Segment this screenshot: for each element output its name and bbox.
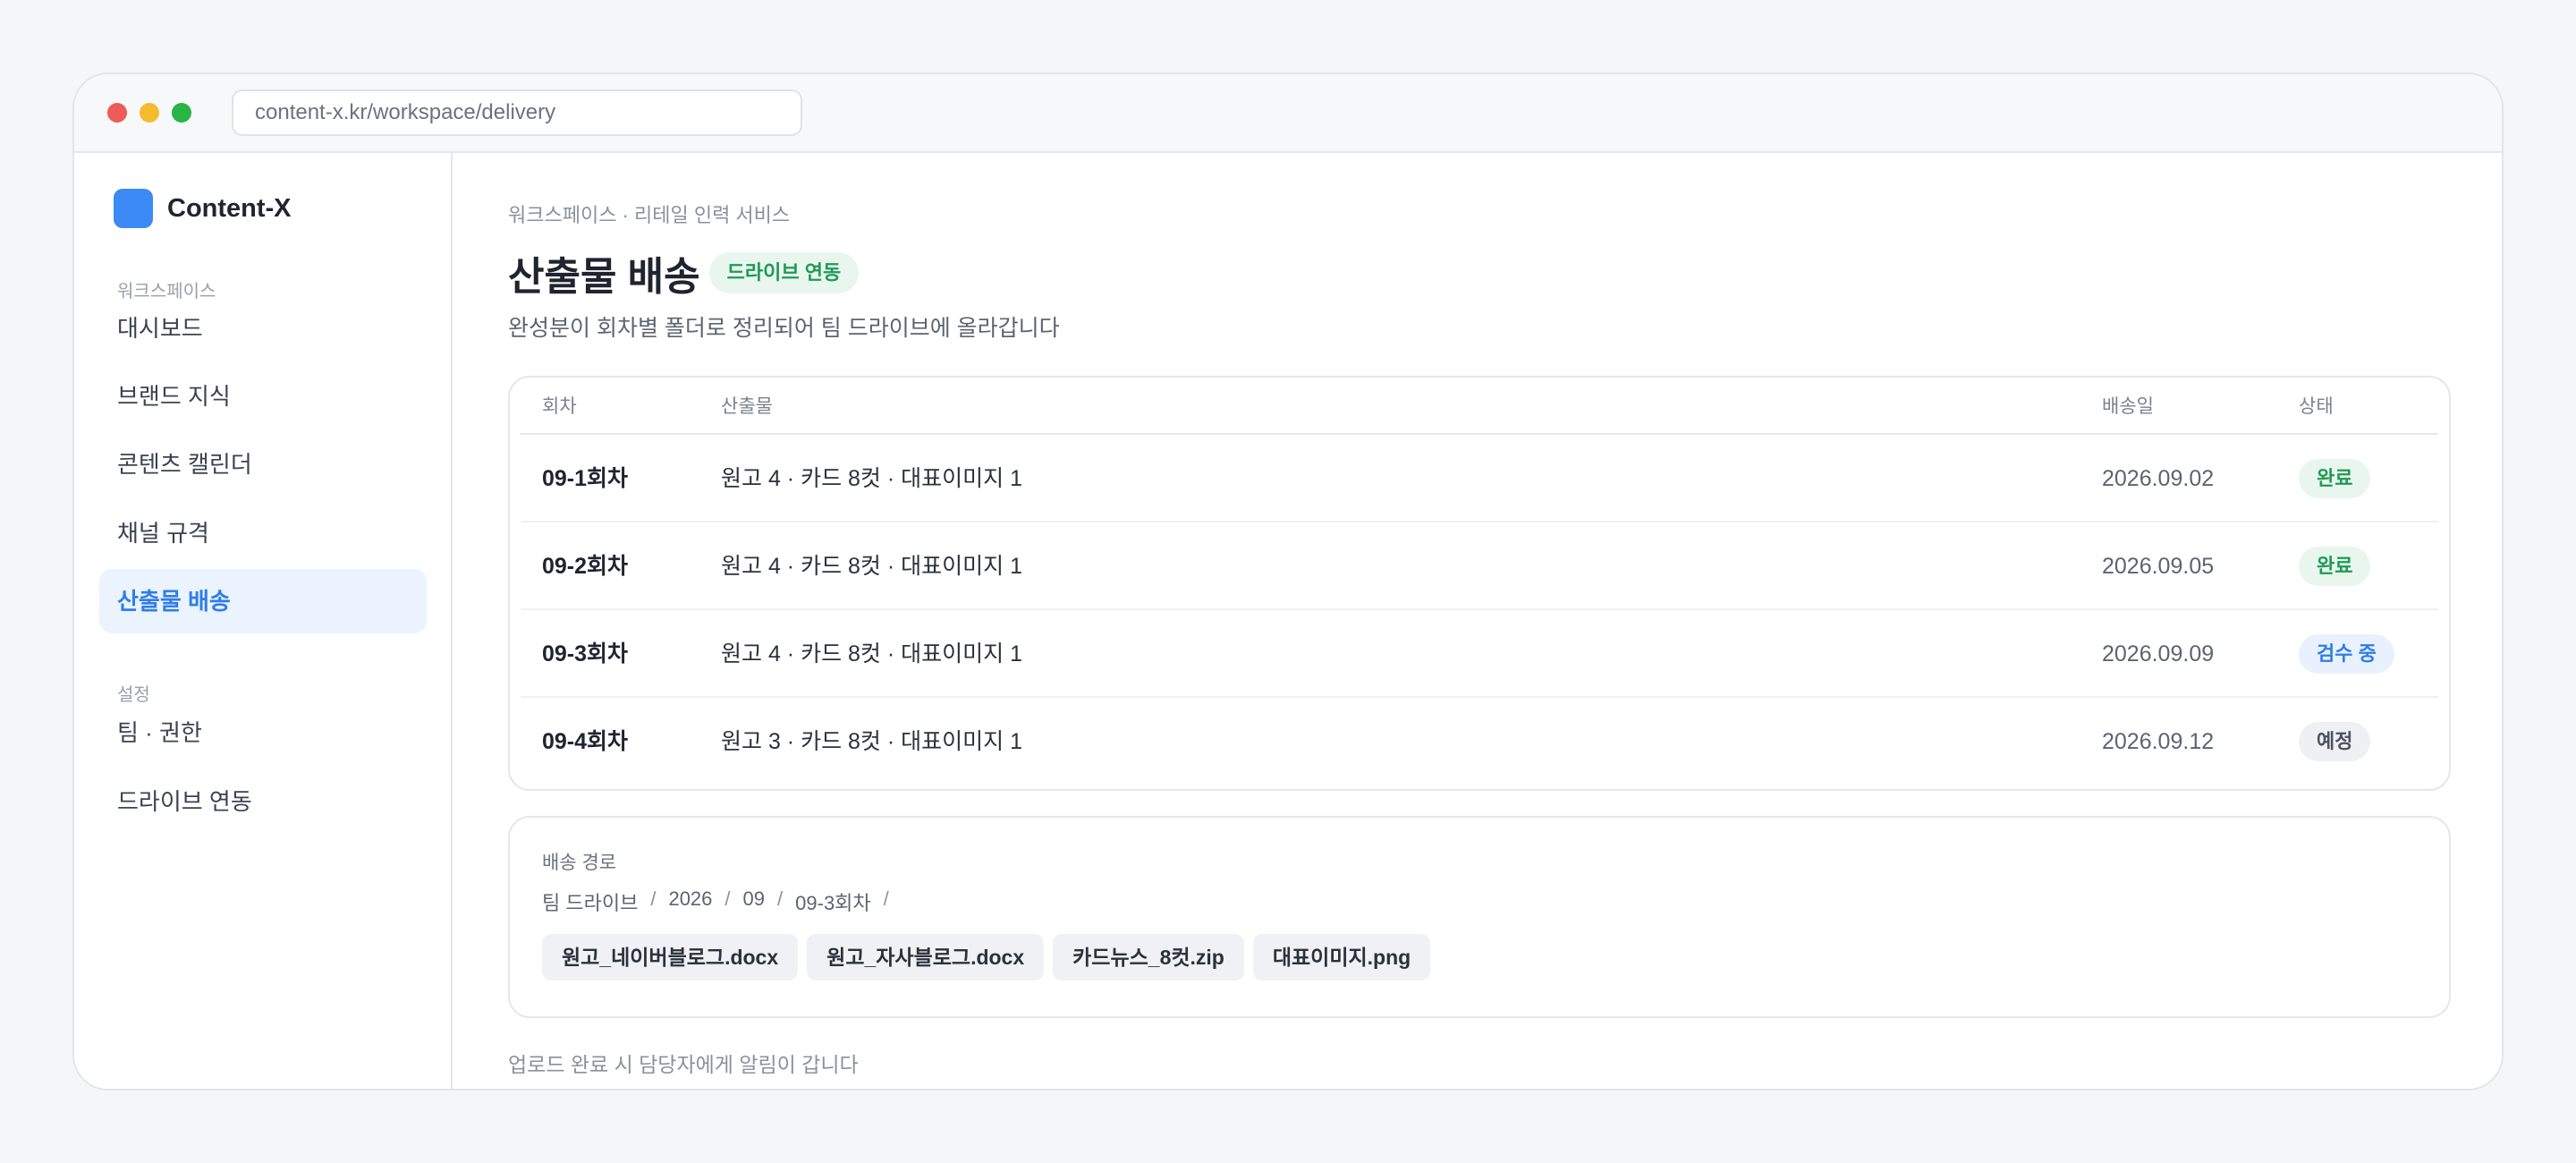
minimize-window-button[interactable] bbox=[140, 103, 159, 123]
title-row: 산출물 배송 드라이브 연동 bbox=[508, 244, 860, 301]
table-row[interactable]: 09-4회차 원고 3 · 카드 8컷 · 대표이미지 1 2026.09.12… bbox=[521, 698, 2438, 785]
table-row[interactable]: 09-1회차 원고 4 · 카드 8컷 · 대표이미지 1 2026.09.02… bbox=[521, 435, 2438, 522]
brand[interactable]: Content-X bbox=[114, 189, 292, 228]
page-title: 산출물 배송 bbox=[508, 255, 700, 299]
delivery-path-label: 배송 경로 bbox=[542, 853, 617, 873]
delivery-table: 회차 산출물 배송일 상태 09-1회차 원고 4 · 카드 8컷 · 대표이미… bbox=[508, 376, 2451, 791]
main-content: 워크스페이스 · 리테일 인력 서비스 산출물 배송 드라이브 연동 완성분이 … bbox=[454, 153, 2502, 1089]
brand-logo-icon bbox=[114, 189, 153, 228]
sidebar-item-brand-knowledge[interactable]: 브랜드 지식 bbox=[99, 364, 427, 429]
drive-integration-badge: 드라이브 연동 bbox=[708, 252, 860, 293]
path-separator: / bbox=[883, 887, 889, 910]
output-cell: 원고 4 · 카드 8컷 · 대표이미지 1 bbox=[721, 466, 1022, 491]
output-cell: 원고 3 · 카드 8컷 · 대표이미지 1 bbox=[721, 729, 1022, 754]
round-cell: 09-3회차 bbox=[542, 641, 629, 666]
round-cell: 09-2회차 bbox=[542, 554, 629, 579]
column-header-date: 배송일 bbox=[2102, 396, 2154, 417]
sidebar-item-drive-integration[interactable]: 드라이브 연동 bbox=[99, 769, 427, 834]
file-list: 원고_네이버블로그.docx 원고_자사블로그.docx 카드뉴스_8컷.zip… bbox=[542, 934, 1439, 980]
round-cell: 09-4회차 bbox=[542, 729, 629, 754]
status-badge: 검수 중 bbox=[2299, 634, 2394, 674]
column-header-round: 회차 bbox=[542, 396, 577, 417]
browser-window: content-x.kr/workspace/delivery Content-… bbox=[72, 72, 2504, 1091]
path-segment[interactable]: 팀 드라이브 bbox=[542, 887, 638, 916]
close-window-button[interactable] bbox=[107, 103, 127, 123]
sidebar: Content-X 워크스페이스 대시보드 브랜드 지식 콘텐츠 캘린더 채널 … bbox=[74, 153, 453, 1089]
column-header-status: 상태 bbox=[2299, 396, 2334, 417]
sidebar-item-content-calendar[interactable]: 콘텐츠 캘린더 bbox=[99, 432, 427, 497]
status-badge: 완료 bbox=[2299, 459, 2371, 498]
date-cell: 2026.09.12 bbox=[2102, 729, 2215, 754]
delivery-path-card: 배송 경로 팀 드라이브 / 2026 / 09 / 09-3회차 / 원고_네… bbox=[508, 816, 2451, 1018]
file-chip[interactable]: 카드뉴스_8컷.zip bbox=[1053, 934, 1244, 980]
sidebar-item-dashboard[interactable]: 대시보드 bbox=[99, 296, 427, 361]
file-chip[interactable]: 원고_네이버블로그.docx bbox=[542, 934, 799, 980]
status-badge: 완료 bbox=[2299, 547, 2371, 586]
path-segment[interactable]: 2026 bbox=[668, 887, 712, 916]
table-row[interactable]: 09-3회차 원고 4 · 카드 8컷 · 대표이미지 1 2026.09.09… bbox=[521, 610, 2438, 698]
path-separator: / bbox=[650, 887, 657, 910]
sidebar-item-team-permissions[interactable]: 팀 · 권한 bbox=[99, 700, 427, 765]
sidebar-item-channel-spec[interactable]: 채널 규격 bbox=[99, 501, 427, 565]
path-separator: / bbox=[724, 887, 731, 910]
output-cell: 원고 4 · 카드 8컷 · 대표이미지 1 bbox=[721, 554, 1022, 579]
date-cell: 2026.09.02 bbox=[2102, 466, 2215, 491]
path-segment[interactable]: 09 bbox=[743, 887, 765, 916]
address-bar[interactable]: content-x.kr/workspace/delivery bbox=[232, 89, 802, 136]
folder-path: 팀 드라이브 / 2026 / 09 / 09-3회차 / bbox=[542, 887, 902, 916]
output-cell: 원고 4 · 카드 8컷 · 대표이미지 1 bbox=[721, 641, 1022, 666]
table-row[interactable]: 09-2회차 원고 4 · 카드 8컷 · 대표이미지 1 2026.09.05… bbox=[521, 522, 2438, 610]
title-bar: content-x.kr/workspace/delivery bbox=[74, 74, 2502, 153]
table-header: 회차 산출물 배송일 상태 bbox=[521, 378, 2438, 435]
path-separator: / bbox=[777, 887, 784, 910]
upload-notice: 업로드 완료 시 담당자에게 알림이 갑니다 bbox=[508, 1053, 859, 1076]
date-cell: 2026.09.05 bbox=[2102, 554, 2215, 579]
sidebar-item-delivery[interactable]: 산출물 배송 bbox=[99, 569, 427, 633]
column-header-output: 산출물 bbox=[721, 396, 773, 417]
status-badge: 예정 bbox=[2299, 722, 2371, 761]
maximize-window-button[interactable] bbox=[172, 103, 191, 123]
file-chip[interactable]: 원고_자사블로그.docx bbox=[807, 934, 1045, 980]
page-subtitle: 완성분이 회차별 폴더로 정리되어 팀 드라이브에 올라갑니다 bbox=[508, 316, 1060, 341]
path-segment[interactable]: 09-3회차 bbox=[795, 887, 871, 916]
round-cell: 09-1회차 bbox=[542, 466, 629, 491]
brand-name: Content-X bbox=[167, 193, 292, 223]
date-cell: 2026.09.09 bbox=[2102, 641, 2215, 666]
breadcrumb: 워크스페이스 · 리테일 인력 서비스 bbox=[508, 204, 791, 226]
file-chip[interactable]: 대표이미지.png bbox=[1252, 934, 1431, 980]
